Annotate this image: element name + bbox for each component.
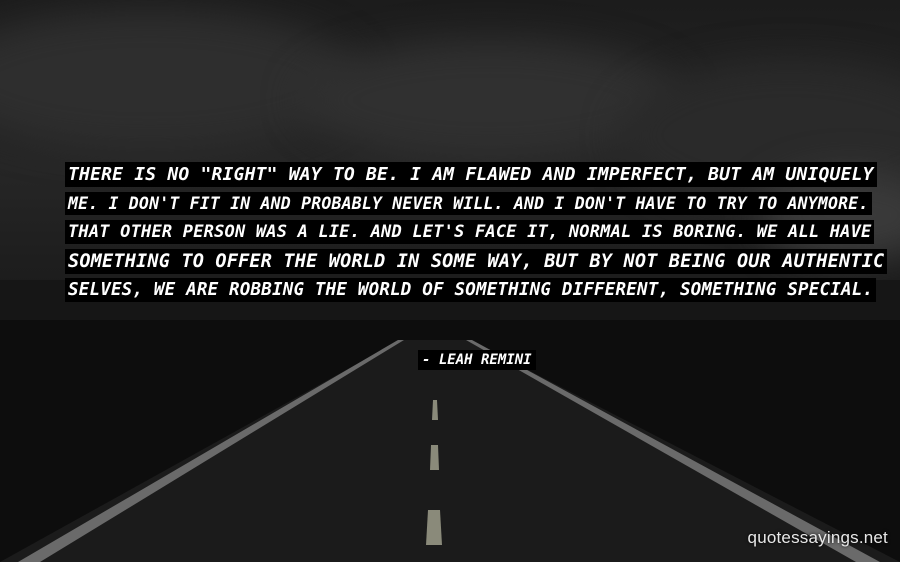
quote-line: SOMETHING TO OFFER THE WORLD IN SOME WAY… [66, 247, 887, 276]
watermark: quotessayings.net [747, 528, 888, 547]
lane-marking [430, 445, 439, 470]
quote-author: - LEAH REMINI [418, 347, 536, 373]
quote-line-text: THAT OTHER PERSON WAS A LIE. AND LET'S F… [66, 221, 874, 243]
lane-marking [426, 510, 442, 545]
quote-line-text: SOMETHING TO OFFER THE WORLD IN SOME WAY… [66, 250, 887, 273]
author-label: - LEAH REMINI [418, 350, 536, 370]
quote-line: ME. I DON'T FIT IN AND PROBABLY NEVER WI… [66, 189, 871, 218]
background-scene: THERE IS NO "RIGHT" WAY TO BE. I AM FLAW… [0, 0, 900, 562]
quote-text: THERE IS NO "RIGHT" WAY TO BE. I AM FLAW… [66, 160, 887, 305]
quote-line: THAT OTHER PERSON WAS A LIE. AND LET'S F… [66, 218, 874, 247]
quote-line: SELVES, WE ARE ROBBING THE WORLD OF SOME… [66, 276, 876, 305]
quote-line-text: THERE IS NO "RIGHT" WAY TO BE. I AM FLAW… [66, 163, 876, 186]
quote-line: THERE IS NO "RIGHT" WAY TO BE. I AM FLAW… [66, 160, 876, 189]
lane-marking [432, 400, 438, 420]
quote-line-text: ME. I DON'T FIT IN AND PROBABLY NEVER WI… [66, 193, 871, 214]
quote-line-text: SELVES, WE ARE ROBBING THE WORLD OF SOME… [66, 279, 876, 301]
